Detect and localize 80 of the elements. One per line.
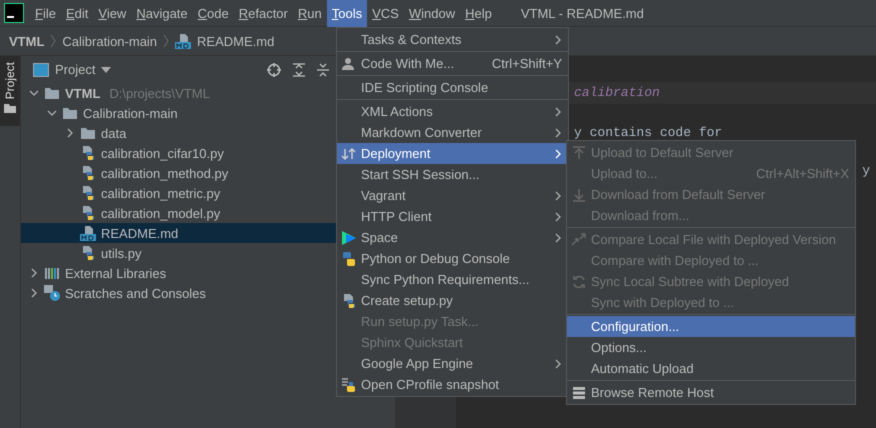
menu-item[interactable]: Automatic Upload <box>567 358 855 379</box>
menu-item-label: Upload to... <box>591 166 658 181</box>
menu-item[interactable]: Configuration... <box>567 316 855 337</box>
menu-item[interactable]: Start SSH Session... <box>337 164 568 185</box>
menu-item[interactable]: Open CProfile snapshot <box>337 374 568 395</box>
menu-item-label: Deployment <box>361 146 430 161</box>
menu-item-label: Options... <box>591 340 647 355</box>
menu-item-label: Python or Debug Console <box>361 251 510 266</box>
menu-bar-item[interactable]: Refactor <box>234 0 293 26</box>
code-line: y <box>862 163 870 178</box>
menu-item-label: XML Actions <box>361 104 433 119</box>
menu-item-label: Browse Remote Host <box>591 385 714 400</box>
breadcrumb-item[interactable]: Calibration-main <box>62 34 158 48</box>
menu-item[interactable]: IDE Scripting Console <box>337 77 568 98</box>
code-line: calibration <box>574 85 660 100</box>
shortcut-label: Ctrl+Alt+Shift+X <box>755 166 849 181</box>
menu-bar-item[interactable]: Window <box>404 0 460 26</box>
menu-item-label: Markdown Converter <box>361 125 482 140</box>
menu-item-label: Google App Engine <box>361 356 474 371</box>
menu-item[interactable]: Tasks & Contexts <box>337 29 568 50</box>
menu-item[interactable]: Code With Me... Ctrl+Shift+Y <box>337 53 568 74</box>
menu-item-label: Space <box>361 230 398 245</box>
menu-item[interactable]: Browse Remote Host <box>567 382 855 403</box>
menu-item[interactable]: Google App Engine <box>337 353 568 374</box>
panel-title[interactable]: Project <box>55 62 96 77</box>
menu-item-label: HTTP Client <box>361 209 432 224</box>
breadcrumb-item[interactable]: README.md <box>197 34 274 48</box>
menu-item-label: Sphinx Quickstart <box>361 335 463 350</box>
menu-item-label: Download from... <box>591 208 690 223</box>
menu-item-label: Compare Local File with Deployed Version <box>591 232 836 247</box>
menu-item-label: Vagrant <box>361 188 406 203</box>
menu-item-label: Sync Python Requirements... <box>361 272 530 287</box>
menu-item-label: Run setup.py Task... <box>361 314 479 329</box>
menu-item-label: Open CProfile snapshot <box>361 377 500 392</box>
menu-bar-item[interactable]: Navigate <box>131 0 193 26</box>
menu-item[interactable]: Markdown Converter <box>337 122 568 143</box>
menu-item-label: Configuration... <box>591 319 680 334</box>
menu-item[interactable]: Sync Python Requirements... <box>337 269 568 290</box>
window-title: VTML - README.md <box>520 6 644 20</box>
menu-bar-item[interactable]: File <box>30 0 61 26</box>
menu-item-label: Start SSH Session... <box>361 167 480 182</box>
menu-item-label: Upload to Default Server <box>591 145 734 160</box>
menu-item[interactable]: Options... <box>567 337 855 358</box>
menu-bar-item[interactable]: Run <box>292 0 327 26</box>
menu-item-label: Automatic Upload <box>591 361 694 376</box>
menu-bar-item[interactable]: VCS <box>367 0 404 26</box>
tree-item-label: calibration_model.py <box>101 206 220 220</box>
menu-item[interactable]: Create setup.py <box>337 290 568 311</box>
menu-item[interactable]: XML Actions <box>337 101 568 122</box>
menu-bar-item[interactable]: View <box>93 0 132 26</box>
menu-item[interactable]: Python or Debug Console <box>337 248 568 269</box>
menu-item-label: Sync Local Subtree with Deployed <box>591 274 790 289</box>
menu-bar-item[interactable]: Edit <box>60 0 94 26</box>
menu-item[interactable]: Deployment <box>337 143 568 164</box>
menu-item-label: IDE Scripting Console <box>361 80 488 95</box>
menu-item-label: Code With Me... <box>361 56 454 71</box>
menu-bar-item[interactable]: Code <box>192 0 234 26</box>
breadcrumb-item[interactable]: VTML <box>9 34 44 48</box>
tree-item-label: data <box>101 126 126 140</box>
menu-item[interactable]: Vagrant <box>337 185 568 206</box>
tree-item-label: calibration_metric.py <box>101 186 220 200</box>
project-path: D:\projects\VTML <box>109 86 210 100</box>
menu-item-label: Download from Default Server <box>591 187 766 202</box>
tree-item-label: VTML <box>65 86 100 100</box>
tree-item-label: Scratches and Consoles <box>65 286 206 300</box>
menu-item-label: Compare with Deployed to ... <box>591 253 759 268</box>
menu-item-label: Sync with Deployed to ... <box>591 295 734 310</box>
code-line: y contains code for <box>574 125 722 140</box>
project-side-tab[interactable]: Project <box>0 56 20 126</box>
menu-item-label: Create setup.py <box>361 293 453 308</box>
menu-bar-item[interactable]: Help <box>460 0 497 26</box>
tree-item-label: Calibration-main <box>83 106 178 120</box>
shortcut-label: Ctrl+Shift+Y <box>490 56 562 71</box>
menu-item-label: Tasks & Contexts <box>361 32 462 47</box>
tree-item-label: External Libraries <box>65 266 166 280</box>
tree-item-label: utils.py <box>101 246 142 260</box>
menu-bar-item[interactable]: Tools <box>326 0 368 26</box>
tree-item-label: README.md <box>101 226 178 240</box>
tree-item-label: calibration_method.py <box>101 166 228 180</box>
tree-item-label: calibration_cifar10.py <box>101 146 224 160</box>
